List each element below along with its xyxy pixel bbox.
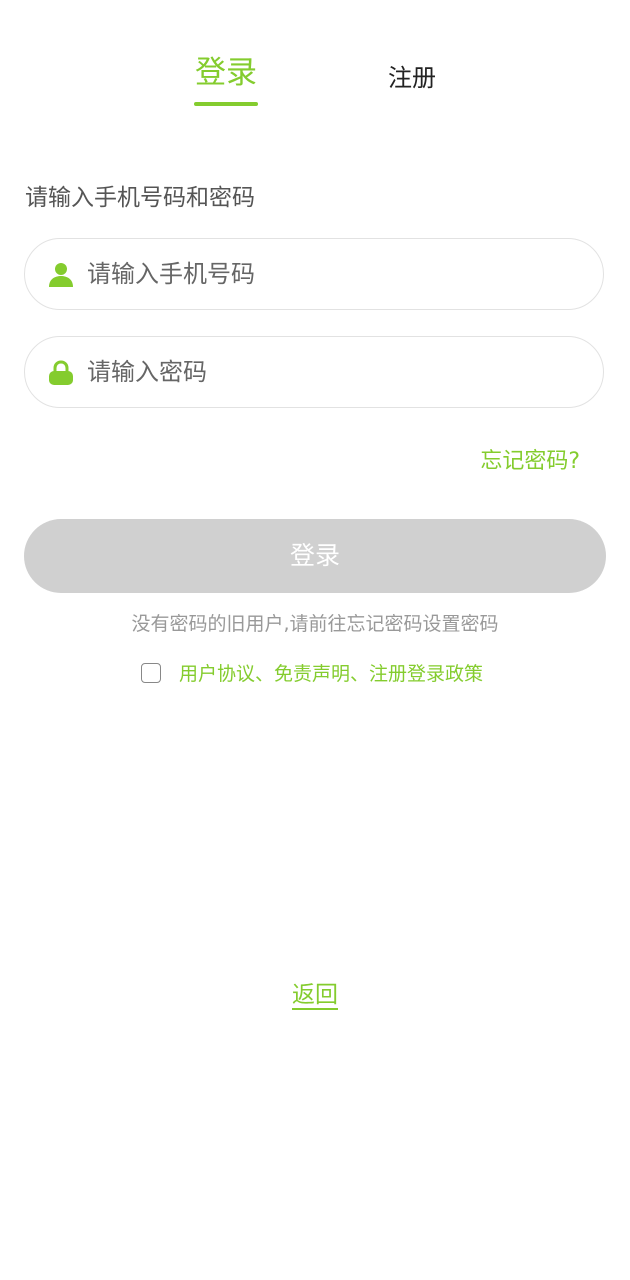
user-icon (47, 261, 75, 289)
tab-login[interactable]: 登录 (194, 50, 258, 96)
back-row: 返回 (0, 978, 630, 1012)
password-field[interactable] (24, 336, 604, 408)
back-link[interactable]: 返回 (292, 982, 338, 1008)
form-prompt: 请输入手机号码和密码 (25, 185, 255, 211)
phone-field[interactable] (24, 238, 604, 310)
lock-icon (47, 359, 75, 387)
tab-register[interactable]: 注册 (380, 58, 444, 98)
login-register-tabs: 登录 注册 (0, 50, 630, 110)
login-button[interactable]: 登录 (24, 519, 606, 593)
agreement-checkbox[interactable] (141, 663, 161, 683)
password-input[interactable] (87, 337, 577, 406)
active-tab-indicator (194, 102, 258, 106)
old-user-hint: 没有密码的旧用户,请前往忘记密码设置密码 (131, 613, 499, 635)
forgot-password-link[interactable]: 忘记密码? (480, 446, 580, 478)
phone-input[interactable] (87, 239, 577, 308)
agreement-link[interactable]: 用户协议、免责声明、注册登录政策 (179, 660, 483, 688)
